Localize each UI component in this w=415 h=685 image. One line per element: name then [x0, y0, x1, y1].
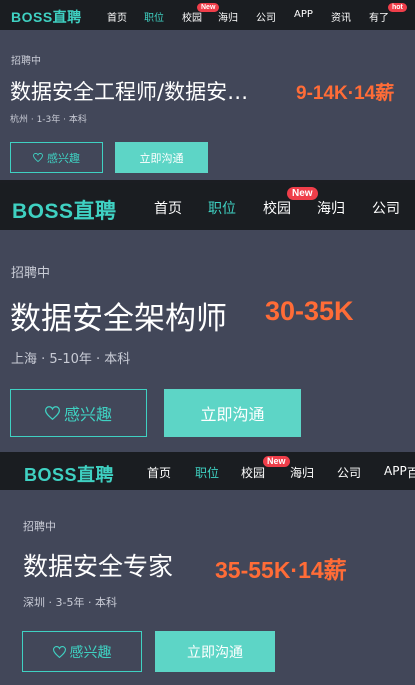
- boss-logo[interactable]: BOSS直聘: [12, 195, 117, 225]
- nav-item-youle[interactable]: 有了: [369, 9, 389, 24]
- hiring-status: 招聘中: [23, 520, 56, 533]
- job-meta: 杭州 · 1-3年 · 本科: [10, 115, 87, 125]
- hot-badge: hot: [388, 3, 407, 12]
- chat-now-button[interactable]: 立即沟通: [155, 631, 275, 672]
- nav-item-app[interactable]: APP: [384, 464, 407, 478]
- nav-item-overseas[interactable]: 海归: [317, 198, 345, 218]
- interested-label: 感兴趣: [47, 151, 80, 165]
- nav-item-company[interactable]: 公司: [337, 464, 361, 481]
- interested-label: 感兴趣: [63, 405, 112, 424]
- new-badge: New: [287, 187, 318, 200]
- boss-logo[interactable]: BOSS直聘: [11, 7, 82, 27]
- nav-item-jobs[interactable]: 职位: [144, 9, 164, 24]
- nav-item-campus[interactable]: 校园: [263, 198, 291, 218]
- new-badge: New: [197, 3, 220, 12]
- new-badge: New: [263, 456, 290, 467]
- nav-item-overseas[interactable]: 海归: [218, 9, 238, 24]
- heart-icon: [52, 645, 66, 658]
- nav-item-app[interactable]: APP: [294, 9, 313, 20]
- job-meta: 上海 · 5-10年 · 本科: [11, 352, 131, 367]
- nav-item-company[interactable]: 公司: [256, 9, 276, 24]
- nav-item-more[interactable]: 百: [407, 464, 415, 481]
- nav-item-jobs[interactable]: 职位: [208, 198, 236, 218]
- nav-item-home[interactable]: 首页: [147, 464, 171, 481]
- heart-icon: [33, 153, 43, 162]
- interested-button[interactable]: 感兴趣: [10, 142, 103, 173]
- hiring-status: 招聘中: [11, 266, 51, 281]
- interested-button[interactable]: 感兴趣: [10, 389, 147, 437]
- top-nav: BOSS直聘 首页 职位 校园 New 海归 公司: [0, 183, 415, 230]
- top-nav: BOSS直聘 首页 职位 校园 New 海归 公司 APP 百: [0, 452, 415, 490]
- interested-button[interactable]: 感兴趣: [22, 631, 142, 672]
- job-meta: 深圳 · 3-5年 · 本科: [23, 596, 117, 609]
- job-title[interactable]: 数据安全工程师/数据安…: [10, 76, 278, 106]
- chat-now-label: 立即沟通: [139, 151, 184, 165]
- nav-item-company[interactable]: 公司: [372, 198, 400, 218]
- interested-label: 感兴趣: [69, 644, 112, 661]
- salary: 30-35K: [265, 296, 354, 326]
- chat-now-label: 立即沟通: [187, 644, 243, 661]
- job-title[interactable]: 数据安全专家: [23, 547, 173, 583]
- job-card: BOSS直聘 首页 职位 校园 New 海归 公司 APP 资讯 有了 hot …: [0, 0, 415, 180]
- top-nav: BOSS直聘 首页 职位 校园 New 海归 公司 APP 资讯 有了 hot: [0, 0, 415, 30]
- salary: 35-55K·14薪: [215, 557, 347, 583]
- job-title[interactable]: 数据安全架构师: [10, 293, 227, 338]
- job-card: BOSS直聘 首页 职位 校园 New 海归 公司 招聘中 数据安全架构师 30…: [0, 183, 415, 452]
- chat-now-label: 立即沟通: [200, 405, 265, 424]
- salary: 9-14K·14薪: [296, 83, 395, 104]
- chat-now-button[interactable]: 立即沟通: [115, 142, 208, 173]
- hiring-status: 招聘中: [11, 56, 41, 67]
- boss-logo[interactable]: BOSS直聘: [24, 461, 114, 487]
- chat-now-button[interactable]: 立即沟通: [164, 389, 301, 437]
- job-card: BOSS直聘 首页 职位 校园 New 海归 公司 APP 百 招聘中 数据安全…: [0, 452, 415, 685]
- nav-item-jobs[interactable]: 职位: [195, 464, 219, 481]
- nav-item-home[interactable]: 首页: [154, 198, 182, 218]
- heart-icon: [44, 406, 60, 420]
- nav-item-home[interactable]: 首页: [107, 9, 127, 24]
- nav-item-campus[interactable]: 校园: [241, 464, 265, 481]
- nav-item-news[interactable]: 资讯: [331, 9, 351, 24]
- nav-item-overseas[interactable]: 海归: [290, 464, 314, 481]
